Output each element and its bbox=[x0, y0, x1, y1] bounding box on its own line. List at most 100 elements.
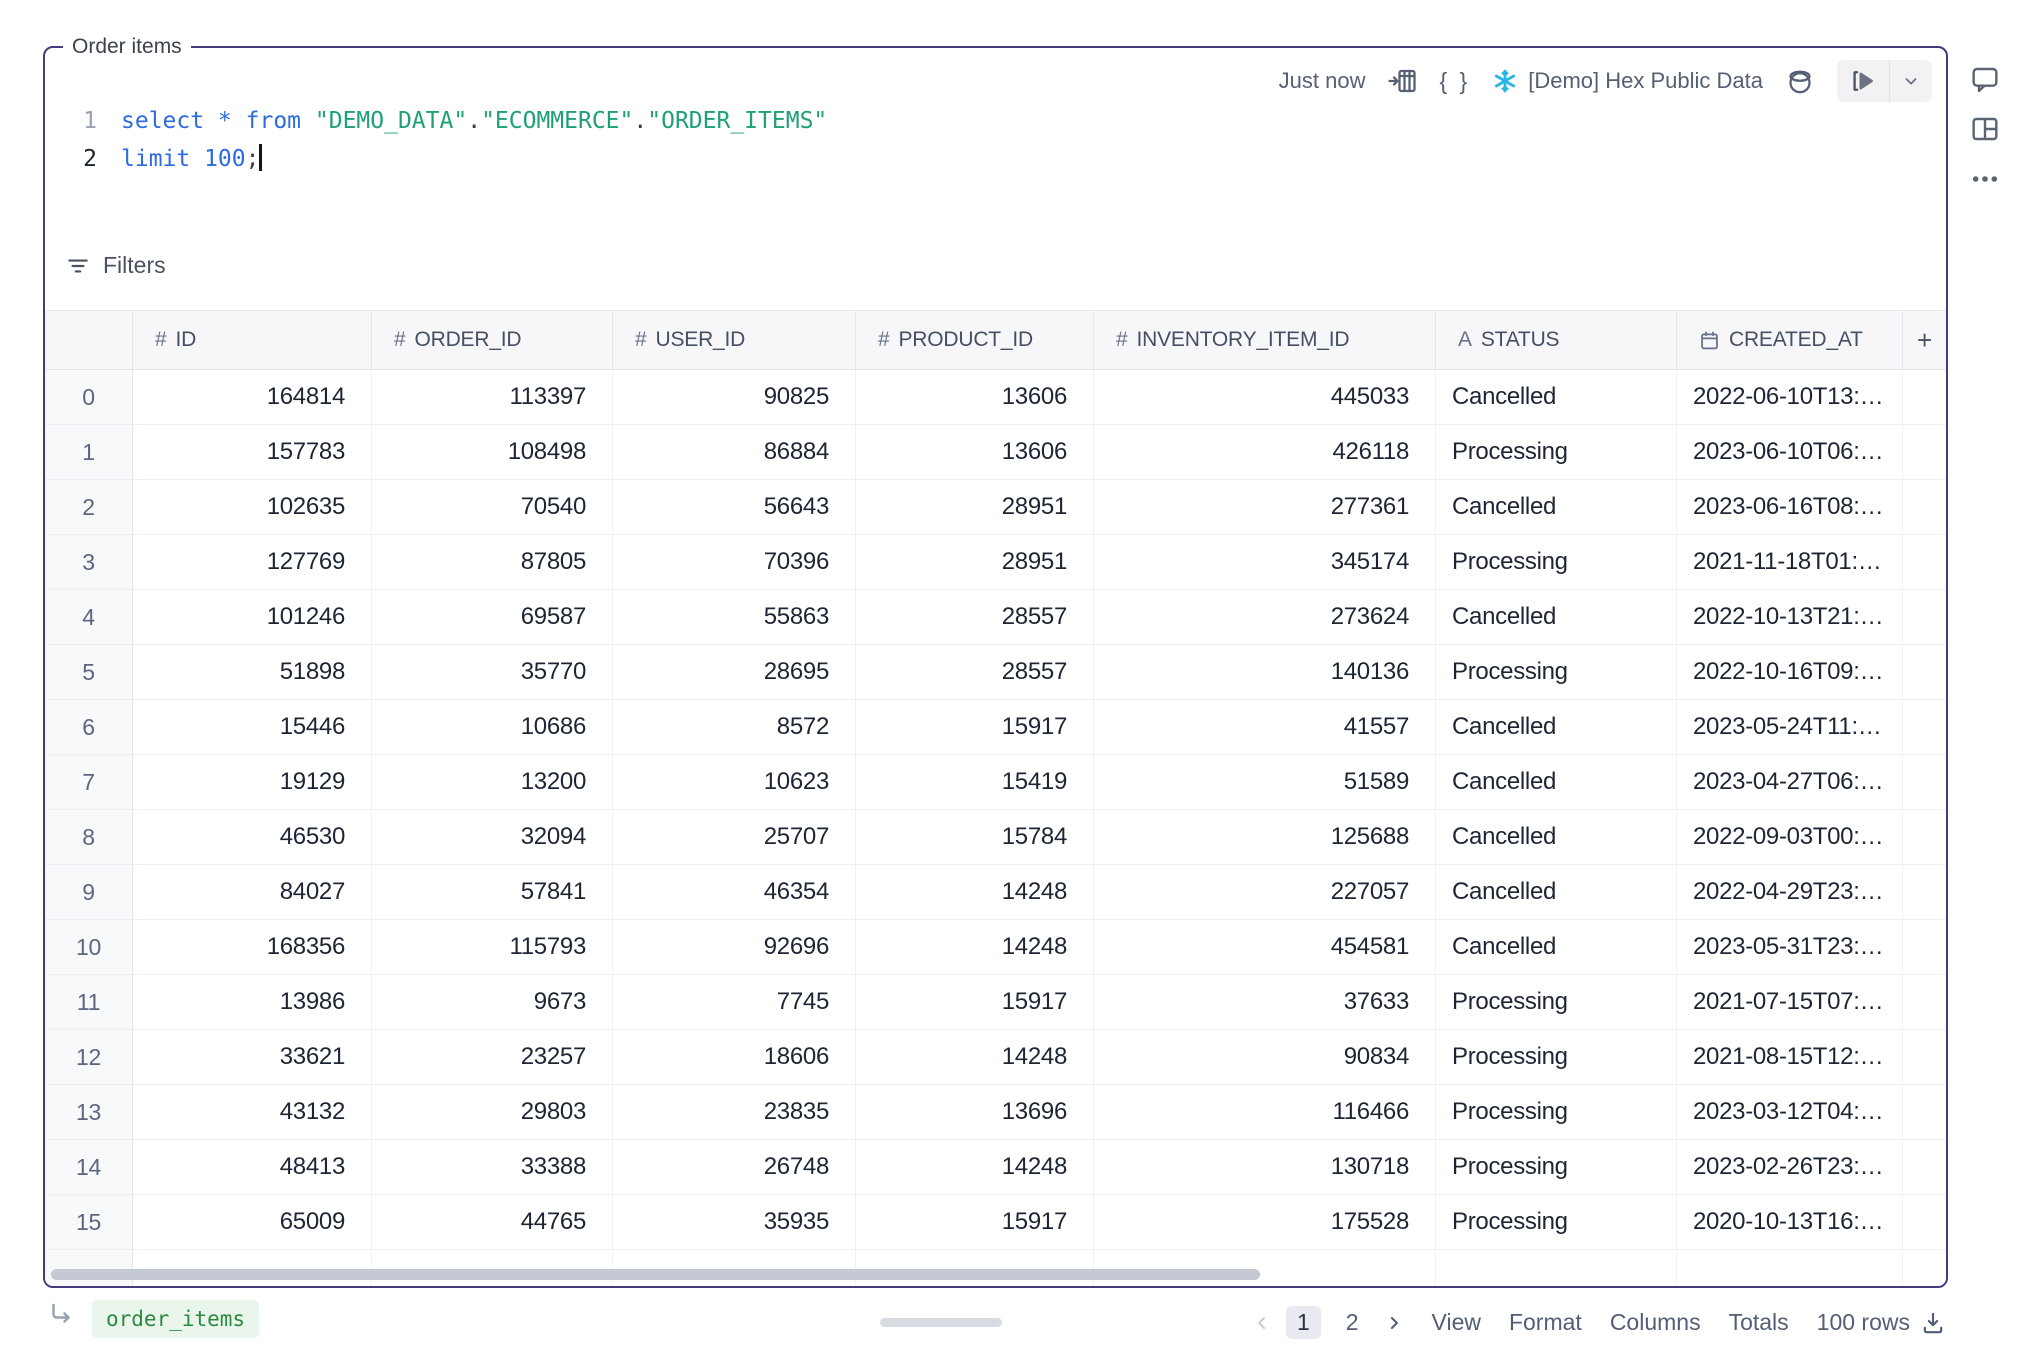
prev-page-chevron[interactable] bbox=[1252, 1313, 1272, 1333]
product-id-cell[interactable]: 15917 bbox=[856, 700, 1094, 754]
more-options-icon[interactable] bbox=[1968, 162, 2002, 196]
user-id-cell[interactable]: 56643 bbox=[613, 480, 856, 534]
status-cell[interactable]: Cancelled bbox=[1436, 755, 1677, 809]
product-id-cell[interactable]: 28557 bbox=[856, 590, 1094, 644]
id-cell[interactable]: 48413 bbox=[133, 1140, 372, 1194]
id-cell[interactable]: 168356 bbox=[133, 920, 372, 974]
jinja-braces-icon[interactable]: { } bbox=[1439, 68, 1470, 95]
created-at-cell[interactable]: 2020-10-13T16:… bbox=[1677, 1195, 1903, 1249]
page-button-2[interactable]: 2 bbox=[1335, 1306, 1370, 1339]
column-header-id[interactable]: # ID bbox=[133, 311, 372, 369]
user-id-cell[interactable]: 35935 bbox=[613, 1195, 856, 1249]
column-header-inventory-item-id[interactable]: # INVENTORY_ITEM_ID bbox=[1094, 311, 1436, 369]
dataframe-output-icon[interactable] bbox=[1387, 66, 1417, 96]
created-at-cell[interactable]: 2022-06-10T13:… bbox=[1677, 370, 1903, 424]
row-index-cell[interactable]: 9 bbox=[45, 865, 133, 919]
inventory-item-id-cell[interactable]: 273624 bbox=[1094, 590, 1436, 644]
download-icon[interactable] bbox=[1920, 1310, 1946, 1336]
product-id-cell[interactable]: 15917 bbox=[856, 975, 1094, 1029]
status-cell[interactable]: Processing bbox=[1436, 975, 1677, 1029]
output-variable-tag[interactable]: order_items bbox=[92, 1300, 259, 1338]
data-connection-selector[interactable]: [Demo] Hex Public Data bbox=[1492, 68, 1763, 94]
created-at-cell[interactable]: 2023-03-12T04:… bbox=[1677, 1085, 1903, 1139]
inventory-item-id-cell[interactable]: 130718 bbox=[1094, 1140, 1436, 1194]
add-column-button[interactable]: + bbox=[1903, 311, 1946, 369]
row-index-cell[interactable]: 2 bbox=[45, 480, 133, 534]
id-cell[interactable]: 46530 bbox=[133, 810, 372, 864]
status-cell[interactable]: Processing bbox=[1436, 535, 1677, 589]
user-id-cell[interactable]: 23835 bbox=[613, 1085, 856, 1139]
user-id-cell[interactable]: 90825 bbox=[613, 370, 856, 424]
status-cell[interactable]: Cancelled bbox=[1436, 865, 1677, 919]
row-index-cell[interactable]: 0 bbox=[45, 370, 133, 424]
user-id-cell[interactable]: 46354 bbox=[613, 865, 856, 919]
user-id-cell[interactable]: 55863 bbox=[613, 590, 856, 644]
id-cell[interactable]: 65009 bbox=[133, 1195, 372, 1249]
order-id-cell[interactable]: 9673 bbox=[372, 975, 613, 1029]
status-cell[interactable]: Cancelled bbox=[1436, 810, 1677, 864]
inventory-item-id-cell[interactable]: 140136 bbox=[1094, 645, 1436, 699]
product-id-cell[interactable]: 15917 bbox=[856, 1195, 1094, 1249]
order-id-cell[interactable]: 57841 bbox=[372, 865, 613, 919]
product-id-cell[interactable]: 13606 bbox=[856, 370, 1094, 424]
user-id-cell[interactable]: 92696 bbox=[613, 920, 856, 974]
row-index-cell[interactable]: 7 bbox=[45, 755, 133, 809]
order-id-cell[interactable]: 10686 bbox=[372, 700, 613, 754]
user-id-cell[interactable]: 86884 bbox=[613, 425, 856, 479]
inventory-item-id-cell[interactable]: 51589 bbox=[1094, 755, 1436, 809]
created-at-cell[interactable]: 2022-10-16T09:… bbox=[1677, 645, 1903, 699]
user-id-cell[interactable]: 18606 bbox=[613, 1030, 856, 1084]
inventory-item-id-cell[interactable]: 175528 bbox=[1094, 1195, 1436, 1249]
row-index-cell[interactable]: 14 bbox=[45, 1140, 133, 1194]
column-header-created-at[interactable]: CREATED_AT bbox=[1677, 311, 1903, 369]
inventory-item-id-cell[interactable]: 90834 bbox=[1094, 1030, 1436, 1084]
user-id-cell[interactable]: 8572 bbox=[613, 700, 856, 754]
order-id-cell[interactable]: 35770 bbox=[372, 645, 613, 699]
layout-split-icon[interactable] bbox=[1968, 112, 2002, 146]
created-at-cell[interactable]: 2021-08-15T12:… bbox=[1677, 1030, 1903, 1084]
product-id-cell[interactable]: 14248 bbox=[856, 920, 1094, 974]
status-cell[interactable]: Cancelled bbox=[1436, 590, 1677, 644]
order-id-cell[interactable]: 32094 bbox=[372, 810, 613, 864]
horizontal-scrollbar-thumb[interactable] bbox=[51, 1269, 1260, 1280]
status-cell[interactable]: Processing bbox=[1436, 645, 1677, 699]
id-cell[interactable]: 13986 bbox=[133, 975, 372, 1029]
order-id-cell[interactable]: 87805 bbox=[372, 535, 613, 589]
status-cell[interactable]: Processing bbox=[1436, 1030, 1677, 1084]
order-id-cell[interactable]: 108498 bbox=[372, 425, 613, 479]
page-button-1[interactable]: 1 bbox=[1286, 1306, 1321, 1339]
created-at-cell[interactable]: 2023-02-26T23:… bbox=[1677, 1140, 1903, 1194]
order-id-cell[interactable]: 23257 bbox=[372, 1030, 613, 1084]
status-cell[interactable]: Cancelled bbox=[1436, 920, 1677, 974]
product-id-cell[interactable]: 14248 bbox=[856, 1140, 1094, 1194]
status-cell[interactable]: Cancelled bbox=[1436, 700, 1677, 754]
user-id-cell[interactable]: 70396 bbox=[613, 535, 856, 589]
product-id-cell[interactable]: 28557 bbox=[856, 645, 1094, 699]
status-cell[interactable]: Cancelled bbox=[1436, 480, 1677, 534]
created-at-cell[interactable]: 2023-05-31T23:… bbox=[1677, 920, 1903, 974]
id-cell[interactable]: 33621 bbox=[133, 1030, 372, 1084]
created-at-cell[interactable]: 2023-05-24T11:… bbox=[1677, 700, 1903, 754]
status-cell[interactable]: Processing bbox=[1436, 1195, 1677, 1249]
created-at-cell[interactable]: 2022-10-13T21:… bbox=[1677, 590, 1903, 644]
inventory-item-id-cell[interactable]: 277361 bbox=[1094, 480, 1436, 534]
inventory-item-id-cell[interactable]: 227057 bbox=[1094, 865, 1436, 919]
product-id-cell[interactable]: 14248 bbox=[856, 1030, 1094, 1084]
id-cell[interactable]: 101246 bbox=[133, 590, 372, 644]
product-id-cell[interactable]: 28951 bbox=[856, 480, 1094, 534]
row-index-cell[interactable]: 15 bbox=[45, 1195, 133, 1249]
status-cell[interactable]: Processing bbox=[1436, 425, 1677, 479]
product-id-cell[interactable]: 13696 bbox=[856, 1085, 1094, 1139]
row-index-cell[interactable]: 10 bbox=[45, 920, 133, 974]
user-id-cell[interactable]: 28695 bbox=[613, 645, 856, 699]
id-cell[interactable]: 43132 bbox=[133, 1085, 372, 1139]
product-id-cell[interactable]: 13606 bbox=[856, 425, 1094, 479]
inventory-item-id-cell[interactable]: 445033 bbox=[1094, 370, 1436, 424]
comment-icon[interactable] bbox=[1968, 62, 2002, 96]
id-cell[interactable]: 15446 bbox=[133, 700, 372, 754]
row-index-cell[interactable]: 12 bbox=[45, 1030, 133, 1084]
row-index-cell[interactable]: 6 bbox=[45, 700, 133, 754]
filters-button[interactable]: Filters bbox=[65, 252, 166, 279]
inventory-item-id-cell[interactable]: 454581 bbox=[1094, 920, 1436, 974]
run-options-chevron[interactable] bbox=[1890, 60, 1932, 102]
